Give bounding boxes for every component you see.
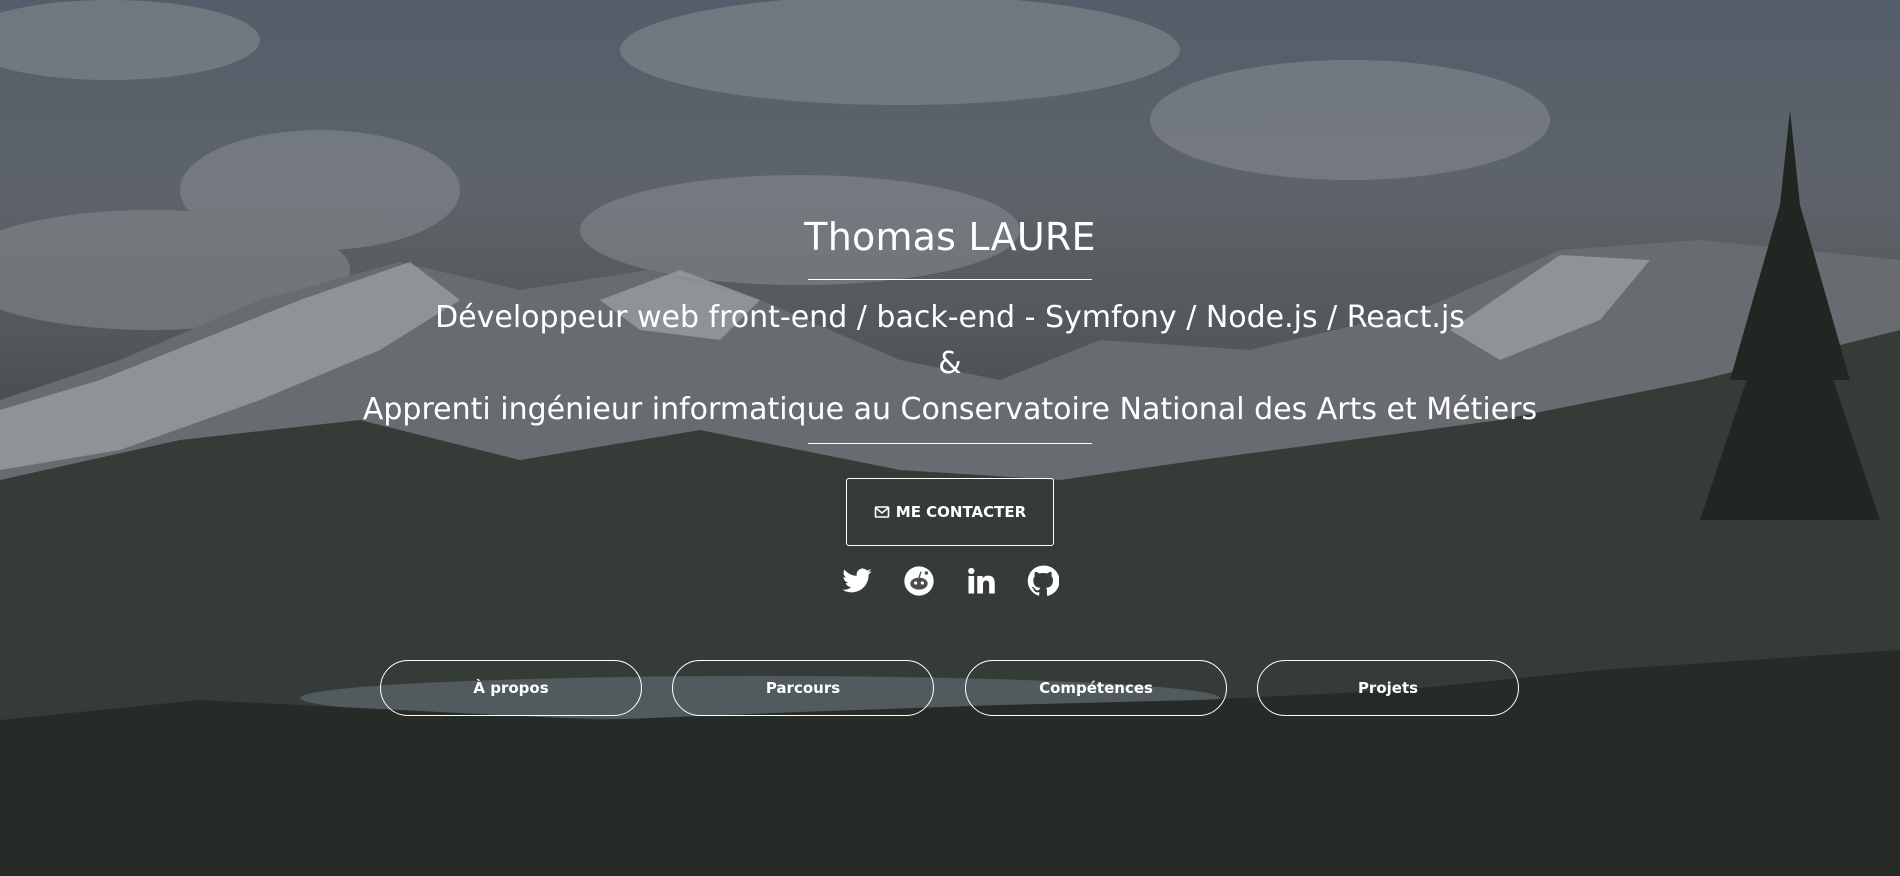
- contact-button-label: ME CONTACTER: [895, 503, 1027, 521]
- nav-button-projets[interactable]: Projets: [1257, 660, 1519, 716]
- social-links: [0, 563, 1900, 599]
- twitter-icon[interactable]: [841, 563, 873, 599]
- hero-content: Thomas LAURE Développeur web front-end /…: [0, 0, 1900, 876]
- hero-section: Thomas LAURE Développeur web front-end /…: [0, 0, 1900, 876]
- reddit-icon[interactable]: [903, 563, 935, 599]
- nav-button-a-propos[interactable]: À propos: [380, 660, 642, 716]
- divider-bottom: [808, 443, 1092, 444]
- envelope-icon: [874, 504, 890, 520]
- linkedin-icon[interactable]: [965, 563, 997, 599]
- hero-name: Thomas LAURE: [804, 215, 1096, 259]
- github-icon[interactable]: [1027, 563, 1059, 599]
- divider-top: [808, 279, 1092, 280]
- hero-subtitle-line1: Développeur web front-end / back-end - S…: [435, 300, 1465, 335]
- hero-subtitle-ampersand: &: [938, 346, 962, 381]
- contact-button[interactable]: ME CONTACTER: [846, 478, 1054, 546]
- nav-button-competences[interactable]: Compétences: [965, 660, 1227, 716]
- hero-subtitle-line3: Apprenti ingénieur informatique au Conse…: [362, 392, 1538, 427]
- nav-button-parcours[interactable]: Parcours: [672, 660, 934, 716]
